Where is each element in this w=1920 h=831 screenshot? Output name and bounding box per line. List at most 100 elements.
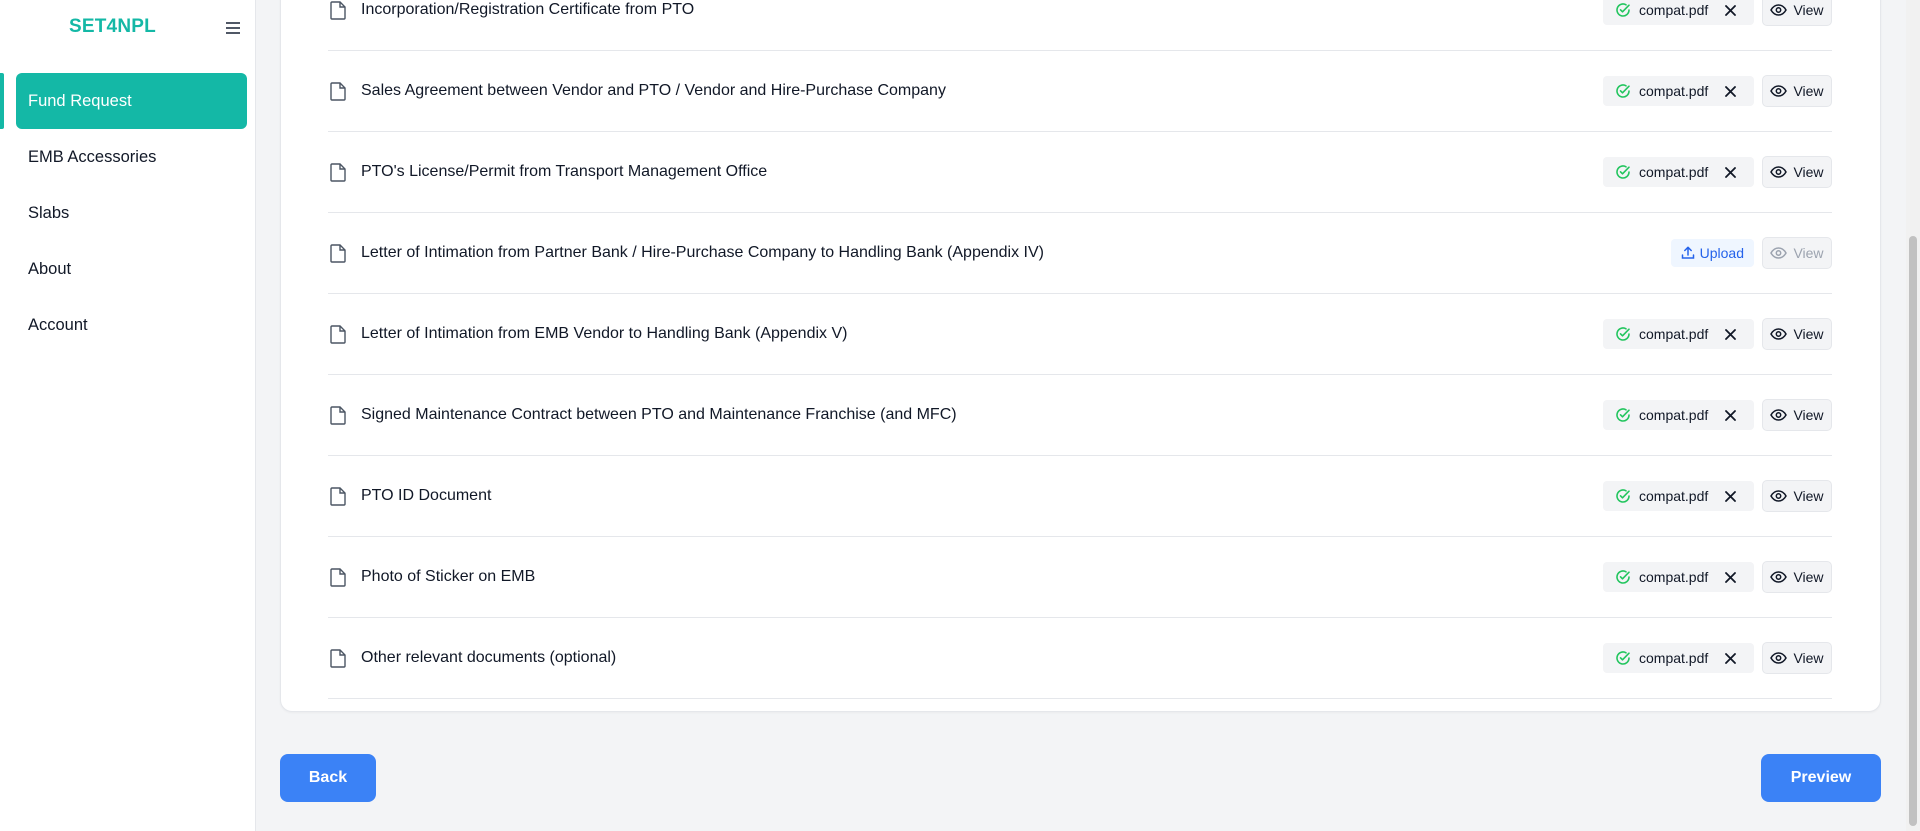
check-circle-icon bbox=[1615, 2, 1631, 18]
eye-icon bbox=[1770, 571, 1788, 583]
sidebar-nav: Fund Request EMB Accessories Slabs About… bbox=[0, 73, 256, 353]
document-row: PTO's License/Permit from Transport Mana… bbox=[328, 132, 1832, 213]
check-circle-icon bbox=[1615, 650, 1631, 666]
hamburger-menu-icon[interactable] bbox=[224, 19, 241, 37]
file-name: compat.pdf bbox=[1639, 650, 1709, 666]
view-label: View bbox=[1793, 326, 1824, 342]
document-actions: compat.pdf View bbox=[1603, 561, 1832, 593]
uploaded-file-chip: compat.pdf bbox=[1603, 319, 1754, 349]
check-circle-icon bbox=[1615, 569, 1631, 585]
upload-icon bbox=[1681, 246, 1695, 260]
view-label: View bbox=[1793, 569, 1824, 585]
sidebar-item-slabs[interactable]: Slabs bbox=[0, 185, 256, 241]
view-button[interactable]: View bbox=[1762, 399, 1832, 431]
document-title: Letter of Intimation from EMB Vendor to … bbox=[361, 325, 848, 342]
view-label: View bbox=[1793, 407, 1824, 423]
eye-icon bbox=[1770, 328, 1788, 340]
sidebar-item-emb-accessories[interactable]: EMB Accessories bbox=[0, 129, 256, 185]
close-icon[interactable] bbox=[1722, 326, 1738, 342]
document-actions: compat.pdf View bbox=[1603, 75, 1832, 107]
view-label: View bbox=[1793, 245, 1824, 261]
document-row: Incorporation/Registration Certificate f… bbox=[328, 0, 1832, 51]
document-title: PTO ID Document bbox=[361, 487, 492, 504]
uploaded-file-chip: compat.pdf bbox=[1603, 157, 1754, 187]
view-button[interactable]: View bbox=[1762, 480, 1832, 512]
eye-icon bbox=[1770, 85, 1788, 97]
document-actions: compat.pdf View bbox=[1603, 480, 1832, 512]
eye-icon bbox=[1770, 4, 1788, 16]
close-icon[interactable] bbox=[1722, 407, 1738, 423]
view-button[interactable]: View bbox=[1762, 318, 1832, 350]
view-button-disabled: View bbox=[1762, 237, 1832, 269]
sidebar-item-label: About bbox=[28, 259, 72, 278]
close-icon[interactable] bbox=[1722, 488, 1738, 504]
preview-button[interactable]: Preview bbox=[1761, 754, 1881, 802]
uploaded-file-chip: compat.pdf bbox=[1603, 76, 1754, 106]
close-icon[interactable] bbox=[1722, 2, 1738, 18]
file-icon bbox=[330, 163, 346, 182]
uploaded-file-chip: compat.pdf bbox=[1603, 0, 1754, 25]
document-actions: Upload View bbox=[1670, 237, 1832, 269]
close-icon[interactable] bbox=[1722, 569, 1738, 585]
uploaded-file-chip: compat.pdf bbox=[1603, 643, 1754, 673]
file-name: compat.pdf bbox=[1639, 83, 1709, 99]
sidebar: SET4NPL Fund Request EMB Accessories Sla… bbox=[0, 0, 256, 831]
view-label: View bbox=[1793, 650, 1824, 666]
uploaded-file-chip: compat.pdf bbox=[1603, 481, 1754, 511]
document-row: Sales Agreement between Vendor and PTO /… bbox=[328, 51, 1832, 132]
uploaded-file-chip: compat.pdf bbox=[1603, 400, 1754, 430]
file-icon bbox=[330, 568, 346, 587]
document-list: Incorporation/Registration Certificate f… bbox=[328, 0, 1832, 699]
close-icon[interactable] bbox=[1722, 650, 1738, 666]
scrollbar-thumb[interactable] bbox=[1909, 236, 1917, 826]
close-icon[interactable] bbox=[1722, 83, 1738, 99]
view-label: View bbox=[1793, 2, 1824, 18]
file-name: compat.pdf bbox=[1639, 488, 1709, 504]
view-button[interactable]: View bbox=[1762, 156, 1832, 188]
view-button[interactable]: View bbox=[1762, 0, 1832, 26]
eye-icon bbox=[1770, 490, 1788, 502]
eye-icon bbox=[1770, 652, 1788, 664]
file-name: compat.pdf bbox=[1639, 2, 1709, 18]
document-row: Signed Maintenance Contract between PTO … bbox=[328, 375, 1832, 456]
view-label: View bbox=[1793, 83, 1824, 99]
back-button[interactable]: Back bbox=[280, 754, 376, 802]
check-circle-icon bbox=[1615, 164, 1631, 180]
document-title: Signed Maintenance Contract between PTO … bbox=[361, 406, 957, 423]
file-icon bbox=[330, 82, 346, 101]
file-icon bbox=[330, 325, 346, 344]
document-row: Photo of Sticker on EMB compat.pdf View bbox=[328, 537, 1832, 618]
document-title: Sales Agreement between Vendor and PTO /… bbox=[361, 82, 946, 99]
upload-label: Upload bbox=[1699, 245, 1744, 261]
document-title: Letter of Intimation from Partner Bank /… bbox=[361, 244, 1044, 261]
document-title: Other relevant documents (optional) bbox=[361, 649, 617, 666]
file-icon bbox=[330, 244, 346, 263]
sidebar-item-label: Account bbox=[28, 315, 88, 334]
document-actions: compat.pdf View bbox=[1603, 0, 1832, 26]
file-name: compat.pdf bbox=[1639, 164, 1709, 180]
sidebar-item-label: Slabs bbox=[28, 203, 70, 222]
sidebar-item-label: EMB Accessories bbox=[28, 147, 157, 166]
document-actions: compat.pdf View bbox=[1603, 156, 1832, 188]
check-circle-icon bbox=[1615, 83, 1631, 99]
file-icon bbox=[330, 649, 346, 668]
check-circle-icon bbox=[1615, 488, 1631, 504]
document-actions: compat.pdf View bbox=[1603, 318, 1832, 350]
brand-logo[interactable]: SET4NPL bbox=[69, 16, 156, 40]
sidebar-item-account[interactable]: Account bbox=[0, 297, 256, 353]
close-icon[interactable] bbox=[1722, 164, 1738, 180]
file-icon bbox=[330, 487, 346, 506]
document-title: PTO's License/Permit from Transport Mana… bbox=[361, 163, 768, 180]
sidebar-item-fund-request[interactable]: Fund Request bbox=[0, 73, 247, 129]
document-row: Letter of Intimation from EMB Vendor to … bbox=[328, 294, 1832, 375]
document-actions: compat.pdf View bbox=[1603, 399, 1832, 431]
file-icon bbox=[330, 1, 346, 20]
upload-button[interactable]: Upload bbox=[1670, 239, 1754, 267]
eye-icon bbox=[1770, 166, 1788, 178]
uploaded-file-chip: compat.pdf bbox=[1603, 562, 1754, 592]
view-button[interactable]: View bbox=[1762, 561, 1832, 593]
sidebar-item-about[interactable]: About bbox=[0, 241, 256, 297]
check-circle-icon bbox=[1615, 407, 1631, 423]
view-button[interactable]: View bbox=[1762, 642, 1832, 674]
view-button[interactable]: View bbox=[1762, 75, 1832, 107]
